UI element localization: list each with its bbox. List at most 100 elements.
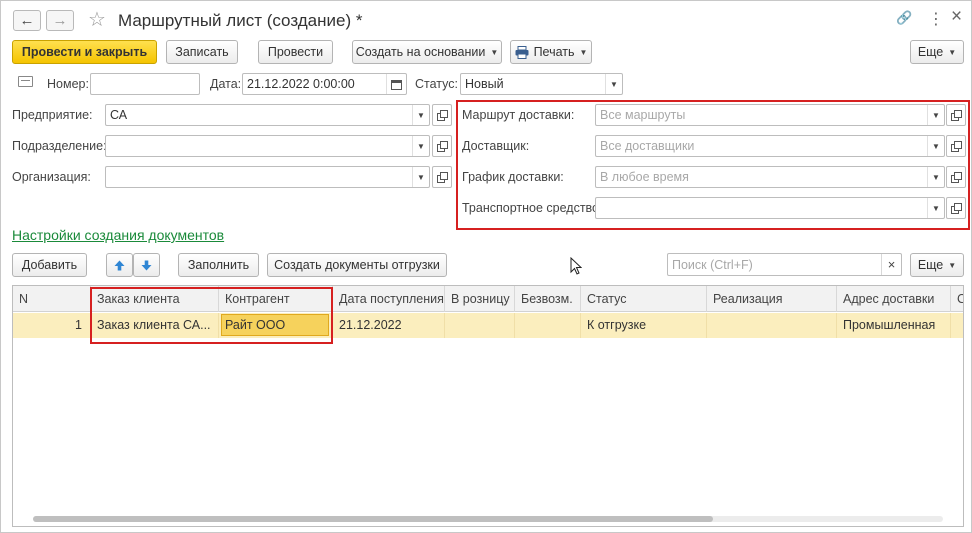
chevron-down-icon[interactable]: ▼	[927, 198, 944, 218]
cell-delivery-address: Промышленная	[837, 313, 951, 338]
courier-placeholder: Все доставщики	[600, 139, 695, 153]
date-value: 21.12.2022 0:00:00	[247, 77, 355, 91]
courier-open-button[interactable]	[946, 135, 966, 157]
create-shipping-docs-button[interactable]: Создать документы отгрузки	[267, 253, 447, 277]
table-more-label: Еще	[917, 258, 944, 272]
arrow-right-icon: →	[52, 12, 68, 29]
enterprise-input[interactable]: СА ▼	[105, 104, 430, 126]
column-header-retail[interactable]: В розницу	[445, 286, 515, 312]
clear-search-icon[interactable]: ×	[881, 254, 901, 275]
subdivision-label: Подразделение:	[12, 139, 107, 153]
horizontal-scrollbar[interactable]	[33, 516, 943, 522]
cell-sale	[707, 313, 837, 338]
forward-button[interactable]: →	[46, 10, 74, 31]
close-icon[interactable]: ×	[951, 6, 962, 28]
post-and-close-button[interactable]: Провести и закрыть	[12, 40, 157, 64]
link-icon[interactable]: 🔗	[896, 10, 912, 26]
print-button[interactable]: Печать ▼	[510, 40, 592, 64]
search-placeholder: Поиск (Ctrl+F)	[672, 257, 753, 272]
open-form-icon	[951, 141, 962, 152]
enterprise-open-button[interactable]	[432, 104, 452, 126]
organization-input[interactable]: ▼	[105, 166, 430, 188]
fill-button[interactable]: Заполнить	[178, 253, 259, 277]
vehicle-input[interactable]: ▼	[595, 197, 945, 219]
more-actions-icon[interactable]: ⋮	[928, 9, 944, 29]
date-input[interactable]: 21.12.2022 0:00:00	[242, 73, 407, 95]
chevron-down-icon: ▼	[948, 260, 957, 270]
subdivision-input[interactable]: ▼	[105, 135, 430, 157]
more-label: Еще	[917, 45, 944, 59]
enterprise-label: Предприятие:	[12, 108, 93, 122]
column-header-receipt-date[interactable]: Дата поступления	[333, 286, 445, 312]
cell-free[interactable]	[515, 313, 581, 338]
post-button[interactable]: Провести	[258, 40, 333, 64]
cell-extra	[951, 313, 963, 338]
status-value: Новый	[465, 77, 504, 91]
subdivision-open-button[interactable]	[432, 135, 452, 157]
chevron-down-icon: ▼	[579, 47, 588, 57]
route-placeholder: Все маршруты	[600, 108, 686, 122]
move-down-button[interactable]	[133, 253, 160, 277]
route-open-button[interactable]	[946, 104, 966, 126]
column-header-delivery-address[interactable]: Адрес доставки	[837, 286, 951, 312]
open-form-icon	[437, 110, 448, 121]
arrow-up-icon	[114, 260, 125, 270]
schedule-input[interactable]: В любое время ▼	[595, 166, 945, 188]
chevron-down-icon: ▼	[948, 47, 957, 57]
open-form-icon	[951, 110, 962, 121]
print-label: Печать	[533, 45, 575, 59]
route-input[interactable]: Все маршруты ▼	[595, 104, 945, 126]
chevron-down-icon[interactable]: ▼	[605, 74, 622, 94]
table-more-button[interactable]: Еще ▼	[910, 253, 964, 277]
date-label: Дата:	[210, 77, 242, 91]
open-form-icon	[951, 203, 962, 214]
column-header-status[interactable]: Статус	[581, 286, 707, 312]
column-header-sale[interactable]: Реализация	[707, 286, 837, 312]
printer-icon	[515, 45, 529, 59]
column-header-extra[interactable]: С	[951, 286, 963, 312]
schedule-placeholder: В любое время	[600, 170, 689, 184]
chevron-down-icon[interactable]: ▼	[927, 105, 944, 125]
schedule-open-button[interactable]	[946, 166, 966, 188]
courier-input[interactable]: Все доставщики ▼	[595, 135, 945, 157]
create-based-on-label: Создать на основании	[355, 45, 486, 59]
mouse-cursor-icon	[570, 257, 582, 275]
arrow-left-icon: ←	[19, 12, 35, 29]
scrollbar-thumb[interactable]	[33, 516, 713, 522]
courier-label: Доставщик:	[462, 139, 530, 153]
open-form-icon	[951, 172, 962, 183]
chevron-down-icon: ▼	[490, 47, 499, 57]
open-form-icon	[437, 141, 448, 152]
chevron-down-icon[interactable]: ▼	[412, 167, 429, 187]
column-header-free[interactable]: Безвозм.	[515, 286, 581, 312]
vehicle-open-button[interactable]	[946, 197, 966, 219]
cell-receipt-date: 21.12.2022	[333, 313, 445, 338]
chevron-down-icon[interactable]: ▼	[412, 136, 429, 156]
page-title: Маршрутный лист (создание) *	[118, 11, 363, 30]
vehicle-label: Транспортное средство:	[462, 201, 603, 215]
cell-status: К отгрузке	[581, 313, 707, 338]
create-based-on-button[interactable]: Создать на основании ▼	[352, 40, 502, 64]
route-label: Маршрут доставки:	[462, 108, 575, 122]
chevron-down-icon[interactable]: ▼	[927, 167, 944, 187]
status-select[interactable]: Новый ▼	[460, 73, 623, 95]
organization-label: Организация:	[12, 170, 91, 184]
search-input[interactable]: Поиск (Ctrl+F) ×	[667, 253, 902, 276]
calendar-icon	[391, 79, 402, 90]
back-button[interactable]: ←	[13, 10, 41, 31]
more-button[interactable]: Еще ▼	[910, 40, 964, 64]
cell-n: 1	[13, 313, 91, 338]
cell-retail[interactable]	[445, 313, 515, 338]
chevron-down-icon[interactable]: ▼	[927, 136, 944, 156]
chevron-down-icon[interactable]: ▼	[412, 105, 429, 125]
save-button[interactable]: Записать	[166, 40, 238, 64]
number-input[interactable]	[90, 73, 200, 95]
document-settings-link[interactable]: Настройки создания документов	[12, 227, 224, 243]
number-label: Номер:	[47, 77, 89, 91]
favorite-star-icon[interactable]: ☆	[88, 7, 106, 32]
move-up-button[interactable]	[106, 253, 133, 277]
add-row-button[interactable]: Добавить	[12, 253, 87, 277]
column-header-n[interactable]: N	[13, 286, 91, 312]
calendar-button[interactable]	[386, 74, 406, 94]
organization-open-button[interactable]	[432, 166, 452, 188]
